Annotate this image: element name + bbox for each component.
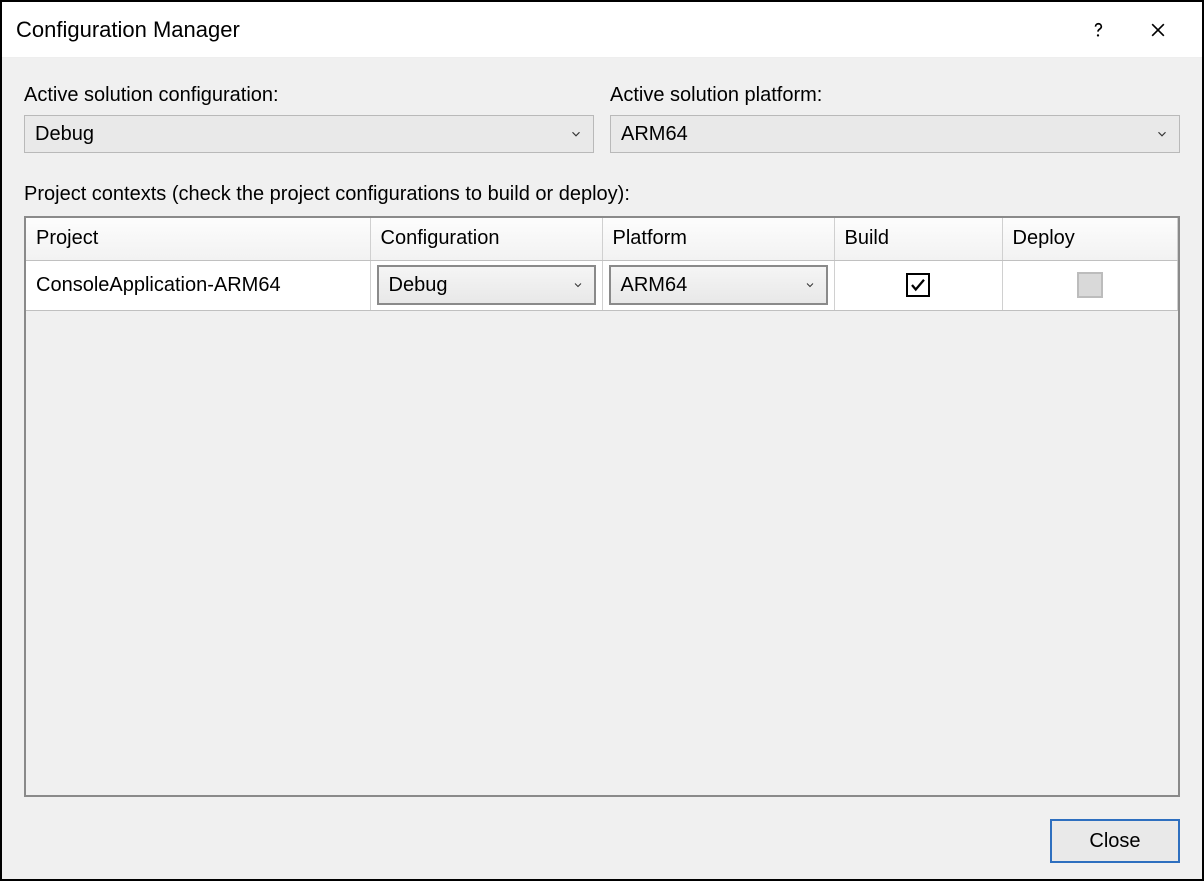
- close-button-label: Close: [1089, 830, 1140, 853]
- active-platform-value: ARM64: [621, 123, 1155, 146]
- chevron-down-icon: [569, 127, 583, 141]
- table-row: ConsoleApplication-ARM64 Debug: [26, 260, 1178, 310]
- chevron-down-icon: [572, 279, 584, 291]
- active-config-label: Active solution configuration:: [24, 84, 594, 107]
- cell-deploy: [1002, 260, 1178, 310]
- chevron-down-icon: [1155, 127, 1169, 141]
- configuration-manager-window: Configuration Manager Active solution co…: [0, 0, 1204, 881]
- close-window-button[interactable]: [1128, 2, 1188, 58]
- help-icon: [1088, 20, 1108, 40]
- check-icon: [909, 276, 927, 294]
- header-platform[interactable]: Platform: [602, 218, 834, 260]
- help-button[interactable]: [1068, 2, 1128, 58]
- cell-build: [834, 260, 1002, 310]
- active-config-dropdown[interactable]: Debug: [24, 115, 594, 153]
- close-button[interactable]: Close: [1050, 819, 1180, 863]
- build-checkbox[interactable]: [906, 273, 930, 297]
- grid-empty-area: [26, 311, 1178, 796]
- close-icon: [1148, 20, 1168, 40]
- deploy-checkbox: [1077, 272, 1103, 298]
- titlebar: Configuration Manager: [2, 2, 1202, 58]
- project-name: ConsoleApplication-ARM64: [26, 274, 370, 297]
- project-contexts-grid: Project Configuration Platform Build Dep…: [24, 216, 1180, 797]
- row-configuration-dropdown[interactable]: Debug: [377, 265, 596, 305]
- cell-platform: ARM64: [602, 260, 834, 310]
- row-platform-value: ARM64: [621, 274, 804, 297]
- header-configuration[interactable]: Configuration: [370, 218, 602, 260]
- row-configuration-value: Debug: [389, 274, 572, 297]
- cell-configuration: Debug: [370, 260, 602, 310]
- table-header-row: Project Configuration Platform Build Dep…: [26, 218, 1178, 260]
- header-project[interactable]: Project: [26, 218, 370, 260]
- active-platform-group: Active solution platform: ARM64: [610, 84, 1180, 153]
- cell-project: ConsoleApplication-ARM64: [26, 260, 370, 310]
- dialog-body: Active solution configuration: Debug Act…: [2, 58, 1202, 879]
- top-controls-row: Active solution configuration: Debug Act…: [24, 84, 1180, 153]
- row-platform-dropdown[interactable]: ARM64: [609, 265, 828, 305]
- active-config-group: Active solution configuration: Debug: [24, 84, 594, 153]
- active-config-value: Debug: [35, 123, 569, 146]
- active-platform-label: Active solution platform:: [610, 84, 1180, 107]
- header-build[interactable]: Build: [834, 218, 1002, 260]
- active-platform-dropdown[interactable]: ARM64: [610, 115, 1180, 153]
- project-contexts-table: Project Configuration Platform Build Dep…: [26, 218, 1178, 311]
- chevron-down-icon: [804, 279, 816, 291]
- header-deploy[interactable]: Deploy: [1002, 218, 1178, 260]
- project-contexts-label: Project contexts (check the project conf…: [24, 183, 1180, 206]
- window-title: Configuration Manager: [16, 17, 1068, 43]
- dialog-footer: Close: [24, 797, 1180, 863]
